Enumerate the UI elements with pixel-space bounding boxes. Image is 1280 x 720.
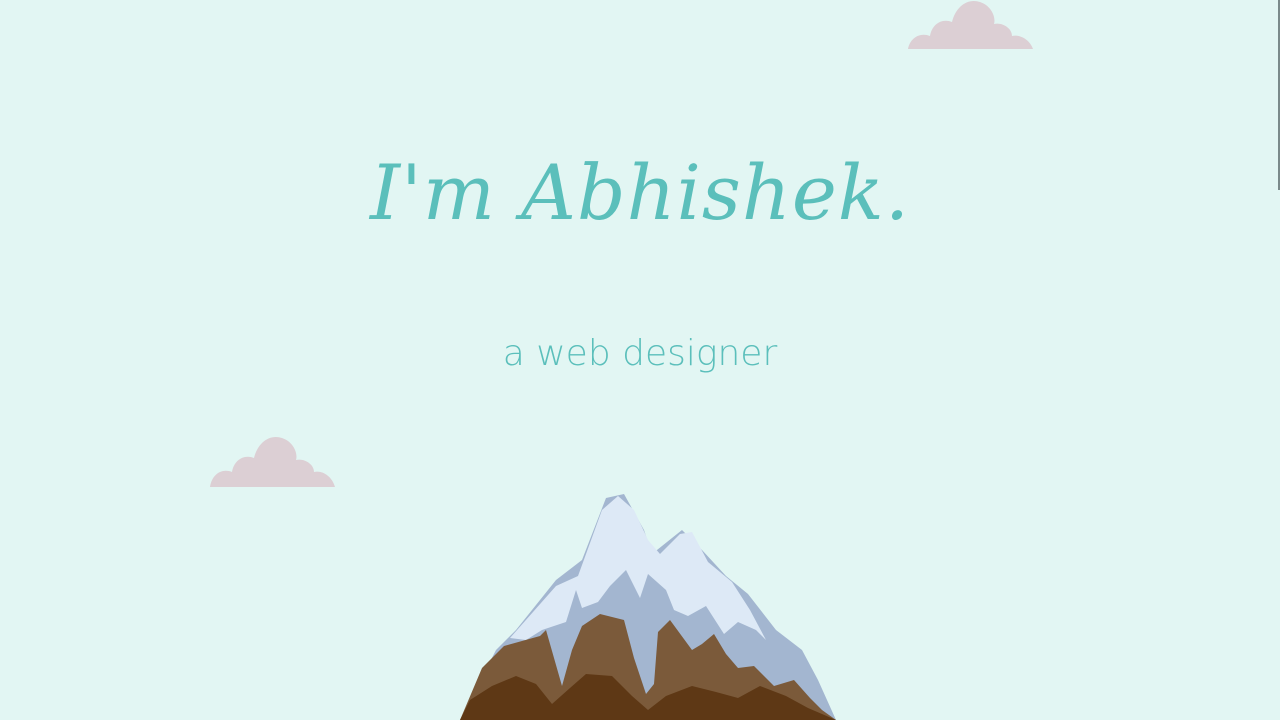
page-title: I'm Abhishek.: [369, 148, 911, 237]
hero-section: I'm Abhishek. a web designer: [0, 0, 1280, 720]
tagline: a web designer: [502, 333, 778, 374]
cloud-icon: [210, 436, 335, 487]
cloud-icon: [908, 0, 1033, 49]
mountain-illustration: [460, 494, 836, 720]
